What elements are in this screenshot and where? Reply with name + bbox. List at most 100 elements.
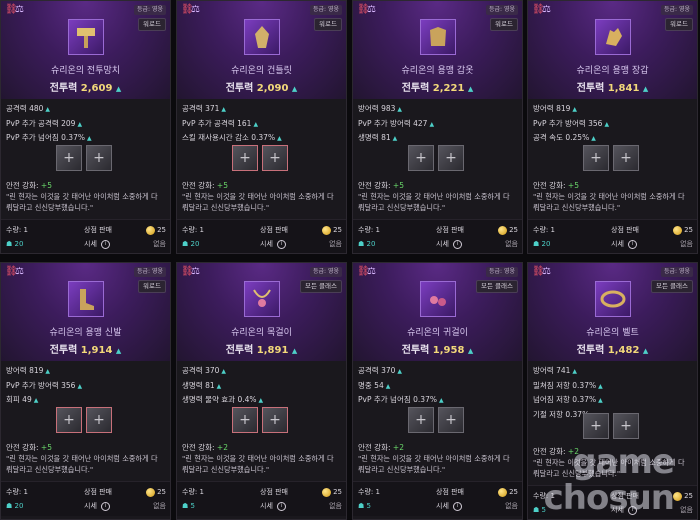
item-card: ⛓ ⚖ 등급: 영웅 모든 클래스 슈리온의 목걸이 전투력 1,891 ▲ 공…	[176, 262, 347, 520]
footer-row-market: ☗ 5 시세 i 없음	[533, 505, 693, 515]
footer-row-sale: 수량: 1 상점 판매 25	[182, 487, 342, 497]
socket-slot[interactable]: +	[613, 413, 639, 439]
combat-power-value: 2,221	[432, 83, 465, 94]
socket-slot[interactable]: +	[438, 407, 464, 433]
link-icon[interactable]: ⛓	[357, 5, 370, 15]
info-icon[interactable]: i	[453, 501, 463, 511]
info-icon[interactable]: i	[628, 239, 638, 249]
stat-line: 공격력 370 ▲	[182, 366, 227, 375]
socket-slot[interactable]: +	[86, 145, 112, 171]
safe-enhance-label: 안전 강화:	[6, 443, 39, 452]
link-icon[interactable]: ⛓	[532, 5, 545, 15]
item-footer: 수량: 1 상점 판매 25 ☗ 20 시세 i 없음	[353, 219, 522, 253]
compare-icon[interactable]: ⚖	[191, 4, 203, 15]
item-name: 슈리온의 목걸이	[231, 328, 292, 338]
gold-price: 25	[673, 491, 693, 501]
compare-icon[interactable]: ⚖	[191, 266, 203, 277]
info-icon[interactable]: i	[277, 239, 287, 249]
gold-price: 25	[322, 487, 342, 497]
footer-row-market: ☗ 20 시세 i 없음	[6, 501, 166, 511]
up-arrow-icon: ▲	[291, 347, 298, 355]
shop-sale-label: 상점 판매	[436, 226, 464, 234]
socket-slot[interactable]: +	[56, 145, 82, 171]
item-description: "린 현자는 이것을 갓 태어난 아이처럼 소중하게 다 뤄달라고 신신당부했습…	[533, 458, 685, 478]
gold-amount: 25	[684, 492, 693, 500]
socket-slots: + +	[232, 145, 288, 171]
gold-amount: 25	[333, 226, 342, 234]
footer-row-sale: 수량: 1 상점 판매 25	[6, 487, 166, 497]
compare-icon[interactable]: ⚖	[542, 4, 554, 15]
bag-count: 5	[190, 502, 195, 510]
bag-icon: ☗ 5	[182, 502, 195, 510]
socket-slot[interactable]: +	[408, 145, 434, 171]
compare-icon[interactable]: ⚖	[367, 4, 379, 15]
compare-icon[interactable]: ⚖	[15, 266, 27, 277]
link-icon[interactable]: ⛓	[5, 267, 18, 277]
stat-line: 방어력 819 ▲	[533, 104, 578, 113]
class-badge: 워로드	[665, 18, 693, 31]
class-badge: 모든 클래스	[476, 280, 518, 293]
shop-sale-label: 상점 판매	[436, 488, 464, 496]
socket-slots: + +	[408, 407, 464, 433]
socket-slot[interactable]: +	[408, 407, 434, 433]
info-icon[interactable]: i	[101, 239, 111, 249]
safe-enhance-label: 안전 강화:	[533, 447, 566, 456]
stat-line: 공격력 371 ▲	[182, 104, 227, 113]
class-badge: 워로드	[314, 18, 342, 31]
item-footer: 수량: 1 상점 판매 25 ☗ 20 시세 i 없음	[1, 219, 170, 253]
link-icon[interactable]: ⛓	[181, 267, 194, 277]
footer-row-market: ☗ 5 시세 i 없음	[182, 501, 342, 511]
market-label: 시세	[84, 240, 97, 248]
up-arrow-icon: ▲	[115, 85, 122, 93]
up-arrow-icon: ▲	[591, 135, 596, 142]
footer-row-sale: 수량: 1 상점 판매 25	[533, 225, 693, 235]
socket-slot[interactable]: +	[262, 407, 288, 433]
socket-slot[interactable]: +	[56, 407, 82, 433]
compare-icon[interactable]: ⚖	[15, 4, 27, 15]
info-icon[interactable]: i	[101, 501, 111, 511]
up-arrow-icon: ▲	[221, 368, 227, 375]
stat-line: PvP 추가 공격력 209 ▲	[6, 118, 83, 128]
stat-line: 방어력 819 ▲	[6, 366, 51, 375]
socket-slot[interactable]: +	[86, 407, 112, 433]
safe-enhance: 안전 강화: +5	[358, 180, 404, 191]
info-icon[interactable]: i	[453, 239, 463, 249]
socket-slot[interactable]: +	[262, 145, 288, 171]
compare-icon[interactable]: ⚖	[542, 266, 554, 277]
gold-coin-icon	[146, 487, 156, 497]
socket-slots: + +	[232, 407, 288, 433]
bag-count: 20	[14, 502, 24, 510]
footer-row-market: ☗ 20 시세 i 없음	[6, 239, 166, 249]
socket-slot[interactable]: +	[583, 413, 609, 439]
link-icon[interactable]: ⛓	[181, 5, 194, 15]
socket-slot[interactable]: +	[583, 145, 609, 171]
market-value: 없음	[329, 502, 342, 510]
item-description: "린 현자는 이것을 갓 태어난 아이처럼 소중하게 다 뤄달라고 신신당부했습…	[182, 192, 334, 212]
compare-icon[interactable]: ⚖	[367, 266, 379, 277]
gold-coin-icon	[322, 487, 332, 497]
socket-slot[interactable]: +	[438, 145, 464, 171]
footer-row-sale: 수량: 1 상점 판매 25	[182, 225, 342, 235]
link-icon[interactable]: ⛓	[357, 267, 370, 277]
stat-list: 공격력 480 ▲ PvP 추가 공격력 209 ▲ PvP 추가 넘어짐 0.37% ▲	[6, 102, 92, 146]
combat-power-value: 1,958	[432, 345, 465, 356]
socket-slot[interactable]: +	[232, 145, 258, 171]
link-icon[interactable]: ⛓	[532, 267, 545, 277]
socket-slot[interactable]: +	[232, 407, 258, 433]
stat-line: 스킬 재사용시간 감소 0.37% ▲	[182, 133, 282, 142]
bag-count: 5	[541, 506, 546, 514]
market-value: 없음	[680, 240, 693, 248]
quantity: 수량: 1	[533, 492, 555, 500]
info-icon[interactable]: i	[277, 501, 287, 511]
market-price: 시세 i	[260, 501, 287, 511]
market-label: 시세	[260, 240, 273, 248]
socket-slot[interactable]: +	[613, 145, 639, 171]
up-arrow-icon: ▲	[397, 106, 403, 113]
class-badge: 모든 클래스	[651, 280, 693, 293]
up-arrow-icon: ▲	[221, 106, 227, 113]
link-icon[interactable]: ⛓	[5, 5, 18, 15]
info-icon[interactable]: i	[628, 505, 638, 515]
stat-line: 생명력 81 ▲	[358, 133, 398, 142]
market-label: 시세	[611, 506, 624, 514]
up-arrow-icon: ▲	[467, 85, 474, 93]
